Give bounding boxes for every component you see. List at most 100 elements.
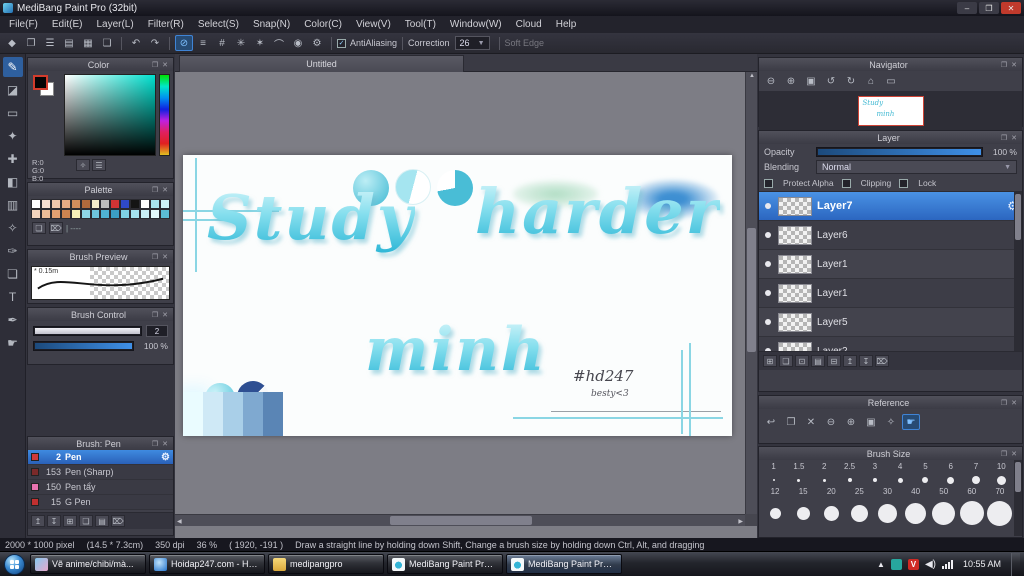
snap-vanishing-icon[interactable]: ✳ (232, 35, 250, 51)
layer-row[interactable]: Layer2 (759, 337, 1022, 351)
window-mode-icon[interactable]: ◆ (3, 35, 21, 51)
brush-size-option[interactable]: 40 (902, 487, 930, 528)
layer-visibility-icon[interactable] (765, 232, 771, 238)
table-icon[interactable]: ❏ (98, 35, 116, 51)
correction-dropdown[interactable]: 26 ▼ (454, 36, 490, 50)
add-brush-icon[interactable]: ⊞ (63, 515, 77, 527)
palette-swatch[interactable] (70, 209, 81, 219)
move-brush-down-icon[interactable]: ↧ (47, 515, 61, 527)
panel-close-icon[interactable]: ✕ (1009, 133, 1019, 143)
reset-view-icon[interactable]: ⌂ (862, 73, 880, 89)
brush-item[interactable]: 150 Pen tẩy (28, 480, 173, 495)
panel-close-icon[interactable]: ✕ (1009, 449, 1019, 459)
zoom-in-icon[interactable]: ⊕ (842, 414, 860, 430)
layer-list-scrollbar[interactable] (1014, 192, 1022, 351)
eraser-tool-icon[interactable]: ◪ (3, 80, 23, 100)
scrollbar-thumb[interactable] (390, 516, 532, 525)
brush-size-option[interactable]: 25 (845, 487, 873, 528)
palette-swatch[interactable] (100, 209, 111, 219)
panel-close-icon[interactable]: ✕ (160, 439, 170, 449)
taskbar-item-folder[interactable]: medipangpro (268, 554, 384, 574)
palette-swatch[interactable] (100, 199, 111, 209)
menu-select[interactable]: Select(S) (191, 17, 246, 32)
layer-row[interactable]: Layer1 (759, 279, 1022, 308)
menu-color[interactable]: Color(C) (297, 17, 349, 32)
canvas-viewport[interactable]: Study harder minh #hd247 besty<3 (175, 72, 745, 526)
clock[interactable]: 10:55 AM (959, 559, 1005, 569)
layer-row[interactable]: Layer5 (759, 308, 1022, 337)
scrollbar-thumb[interactable] (1015, 462, 1021, 492)
panel-close-icon[interactable]: ✕ (1009, 398, 1019, 408)
menu-snap[interactable]: Snap(N) (246, 17, 297, 32)
add-color-icon[interactable]: ❏ (32, 222, 46, 234)
hand-tool-icon[interactable]: ☛ (3, 333, 23, 353)
tray-vlc-icon[interactable]: V (907, 558, 919, 570)
document-icon[interactable]: ▤ (60, 35, 78, 51)
menu-help[interactable]: Help (549, 17, 584, 32)
brush-size-option[interactable]: 60 (958, 487, 986, 528)
brush-size-option[interactable]: 2.5 (837, 462, 862, 487)
blending-dropdown[interactable]: Normal ▼ (816, 160, 1017, 174)
canvas-artwork[interactable]: Study harder minh #hd247 besty<3 (183, 155, 732, 436)
hue-bar[interactable] (159, 74, 170, 156)
color-gradient-picker[interactable] (64, 74, 156, 156)
brush-settings-icon[interactable]: ⚙ (161, 452, 170, 463)
panel-close-icon[interactable]: ✕ (160, 310, 170, 320)
close-icon[interactable]: ✕ (1001, 2, 1021, 14)
brush-size-option[interactable]: 6 (938, 462, 963, 487)
brush-size-slider[interactable] (33, 326, 142, 336)
snap-radial-icon[interactable]: ✶ (251, 35, 269, 51)
menu-filter[interactable]: Filter(R) (141, 17, 191, 32)
minimize-icon[interactable]: – (957, 2, 977, 14)
layer-visibility-icon[interactable] (765, 203, 771, 209)
palette-swatch[interactable] (130, 199, 141, 209)
menu-layer[interactable]: Layer(L) (89, 17, 140, 32)
brush-size-option[interactable]: 2 (812, 462, 837, 487)
hand-icon[interactable]: ☛ (902, 414, 920, 430)
panel-popout-icon[interactable]: ❐ (150, 310, 160, 320)
palette-swatch[interactable] (31, 209, 41, 219)
delete-color-icon[interactable]: ⌦ (49, 222, 63, 234)
panel-popout-icon[interactable]: ❐ (999, 398, 1009, 408)
gradient-tool-icon[interactable]: ▥ (3, 195, 23, 215)
palette-swatch[interactable] (40, 209, 51, 219)
dialog-icon[interactable]: ☰ (41, 35, 59, 51)
palette-swatch[interactable] (90, 199, 101, 209)
color-slider-mode-icon[interactable]: ☰ (92, 159, 106, 171)
taskbar-item-medibang-2[interactable]: MediBang Paint Pro ... (506, 554, 622, 574)
fill-tool-icon[interactable]: ◧ (3, 172, 23, 192)
delete-brush-icon[interactable]: ⌦ (111, 515, 125, 527)
menu-file[interactable]: File(F) (2, 17, 45, 32)
panel-popout-icon[interactable]: ❐ (150, 185, 160, 195)
brush-opacity-slider[interactable] (33, 341, 134, 351)
layer-row[interactable]: Layer7 ⚙ (759, 192, 1022, 221)
grid-icon[interactable]: ▦ (79, 35, 97, 51)
snap-crisscross-icon[interactable]: # (213, 35, 231, 51)
antialiasing-checkbox[interactable]: ✓ (337, 38, 346, 48)
flatten-icon[interactable]: ⊟ (827, 355, 841, 367)
eyedropper-icon[interactable]: ✧ (76, 159, 90, 171)
menu-view[interactable]: View(V) (349, 17, 398, 32)
palette-swatch[interactable] (60, 209, 71, 219)
palette-swatch[interactable] (80, 199, 91, 209)
brush-item[interactable]: 15 G Pen (28, 495, 173, 510)
layer-visibility-icon[interactable] (765, 319, 771, 325)
taskbar-item-anime[interactable]: Vẽ anime/chibi/mà... (30, 554, 146, 574)
panel-popout-icon[interactable]: ❐ (999, 133, 1009, 143)
select-pen-tool-icon[interactable]: ✑ (3, 241, 23, 261)
redo-icon[interactable]: ↷ (146, 35, 164, 51)
pen-tool-icon[interactable]: ✒ (3, 310, 23, 330)
duplicate-layer-icon[interactable]: ❏ (779, 355, 793, 367)
menu-tool[interactable]: Tool(T) (398, 17, 443, 32)
duplicate-brush-icon[interactable]: ❏ (79, 515, 93, 527)
delete-layer-icon[interactable]: ⌦ (875, 355, 889, 367)
text-tool-icon[interactable]: T (3, 287, 23, 307)
panel-popout-icon[interactable]: ❐ (150, 252, 160, 262)
scrollbar-thumb[interactable] (747, 228, 756, 352)
layer-row[interactable]: Layer1 (759, 250, 1022, 279)
snap-ellipse-icon[interactable]: ⌒ (270, 35, 288, 51)
snap-parallel-icon[interactable]: ≡ (194, 35, 212, 51)
opacity-slider[interactable] (816, 147, 983, 157)
taskbar-item-hoidap[interactable]: Hoidap247.com - Hỏ... (149, 554, 265, 574)
zoom-in-icon[interactable]: ⊕ (782, 73, 800, 89)
